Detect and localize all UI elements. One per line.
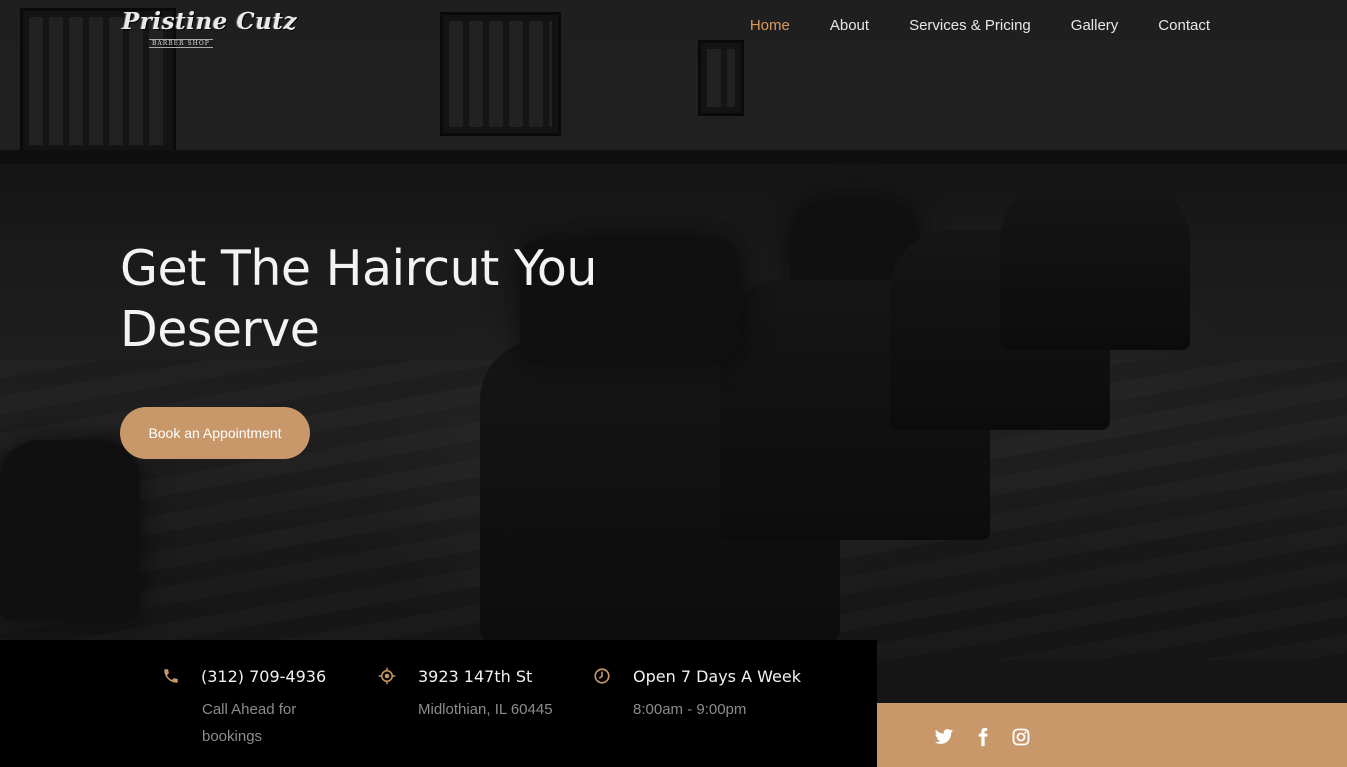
nav-about[interactable]: About [830,17,869,34]
hours-time: 8:00am - 9:00pm [633,701,747,718]
hero-title-line2: Deserve [120,301,320,358]
instagram-icon[interactable] [1010,727,1032,747]
nav-home[interactable]: Home [750,17,790,34]
nav-contact[interactable]: Contact [1158,17,1210,34]
social-bar [877,703,1347,767]
logo-subtitle: BARBER SHOP [149,39,213,48]
nav-services-pricing[interactable]: Services & Pricing [909,17,1031,34]
twitter-icon[interactable] [933,727,955,747]
hero-title: Get The Haircut You Deserve [120,238,680,360]
main-nav: Home About Services & Pricing Gallery Co… [710,17,1210,34]
phone-icon [164,669,178,683]
phone-note-line1: Call Ahead for [202,701,297,718]
nav-gallery[interactable]: Gallery [1071,17,1119,34]
page: Pristine Cutz BARBER SHOP Home About Ser… [0,0,1347,767]
clock-icon [594,668,610,684]
book-appointment-button[interactable]: Book an Appointment [120,407,310,459]
info-bar: (312) 709-4936 Call Ahead for bookings 3… [0,640,877,767]
city-address: Midlothian, IL 60445 [418,701,553,718]
phone-note: Call Ahead for bookings [202,696,342,750]
logo[interactable]: Pristine Cutz BARBER SHOP [122,8,297,52]
street-address: 3923 147th St [418,667,533,686]
hours-title: Open 7 Days A Week [633,667,801,686]
phone-number[interactable]: (312) 709-4936 [201,667,326,686]
facebook-icon[interactable] [972,727,994,747]
logo-script: Pristine Cutz [122,8,298,35]
hero-title-line1: Get The Haircut You [120,240,597,297]
phone-note-line2: bookings [202,728,263,745]
location-target-icon [378,667,396,685]
